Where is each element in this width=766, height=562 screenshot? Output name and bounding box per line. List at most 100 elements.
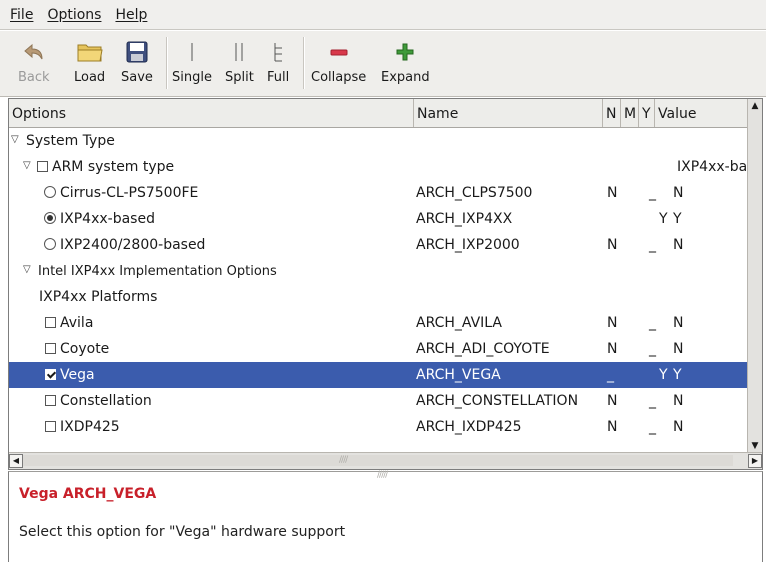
help-title: Vega ARCH_VEGA bbox=[19, 486, 157, 502]
tree-row[interactable]: IXP4xx Platforms bbox=[9, 284, 749, 310]
tree-row[interactable]: ▽ ARM system type IXP4xx-ba bbox=[9, 154, 749, 180]
collapse-minus-icon bbox=[329, 37, 349, 67]
expander-arrow-icon[interactable]: ▽ bbox=[11, 128, 19, 154]
help-panel: ///// Vega ARCH_VEGA Select this option … bbox=[8, 470, 763, 562]
tree-row[interactable]: Avila ARCH_AVILA N _ N bbox=[9, 310, 749, 336]
option-value: IXP4xx-ba bbox=[677, 159, 748, 175]
option-label: Vega bbox=[60, 367, 95, 383]
option-value: N bbox=[673, 237, 684, 253]
option-label: Constellation bbox=[60, 393, 152, 409]
splitter-handle-icon[interactable]: ///// bbox=[377, 470, 388, 480]
radio-icon[interactable] bbox=[44, 186, 56, 198]
option-n[interactable]: N bbox=[607, 232, 617, 258]
menu-file[interactable]: File bbox=[10, 7, 33, 23]
option-n[interactable]: N bbox=[607, 336, 617, 362]
option-label: IXP2400/2800-based bbox=[60, 237, 206, 253]
tree-row-selected[interactable]: Vega ARCH_VEGA _ Y Y bbox=[9, 362, 749, 388]
option-n[interactable]: _ bbox=[607, 362, 614, 388]
tree-row[interactable]: Coyote ARCH_ADI_COYOTE N _ N bbox=[9, 336, 749, 362]
option-value: N bbox=[673, 419, 684, 435]
option-m[interactable]: _ bbox=[649, 336, 656, 362]
option-symbol: ARCH_IXDP425 bbox=[416, 419, 522, 435]
checkbox-icon[interactable] bbox=[45, 317, 56, 328]
single-view-button[interactable]: Single bbox=[172, 37, 212, 93]
split-view-button[interactable]: Split bbox=[225, 37, 254, 93]
split-label: Split bbox=[225, 70, 254, 85]
expander-arrow-icon[interactable]: ▽ bbox=[23, 258, 31, 284]
option-label: ARM system type bbox=[37, 154, 174, 180]
save-label: Save bbox=[121, 70, 153, 85]
option-symbol: ARCH_ADI_COYOTE bbox=[416, 341, 550, 357]
back-button[interactable]: Back bbox=[18, 37, 50, 93]
option-n[interactable]: N bbox=[607, 414, 617, 440]
tree-row[interactable]: IXP2400/2800-based ARCH_IXP2000 N _ N bbox=[9, 232, 749, 258]
option-value: Y bbox=[673, 211, 682, 227]
vertical-scrollbar[interactable]: ▲ ▼ bbox=[747, 99, 762, 453]
column-header-value[interactable]: Value bbox=[655, 99, 749, 127]
option-m[interactable]: _ bbox=[649, 180, 656, 206]
tree-row[interactable]: ▽ Intel IXP4xx Implementation Options bbox=[9, 258, 749, 284]
collapse-button[interactable]: Collapse bbox=[311, 37, 366, 93]
config-tree-view: Options Name N M Y Value ▽ System Type ▽… bbox=[8, 98, 763, 470]
scroll-left-icon[interactable]: ◀ bbox=[9, 454, 23, 468]
column-header-name[interactable]: Name bbox=[414, 99, 603, 127]
option-label-text: ARM system type bbox=[52, 159, 175, 175]
scroll-up-icon[interactable]: ▲ bbox=[750, 101, 760, 111]
save-button[interactable]: Save bbox=[121, 37, 153, 93]
split-view-icon bbox=[232, 37, 246, 67]
toolbar-separator bbox=[303, 37, 305, 89]
option-n[interactable]: N bbox=[607, 388, 617, 414]
column-header-y[interactable]: Y bbox=[639, 99, 655, 127]
radio-icon[interactable] bbox=[44, 238, 56, 250]
tree-row[interactable]: IXDP425 ARCH_IXDP425 N _ N bbox=[9, 414, 749, 440]
scroll-down-icon[interactable]: ▼ bbox=[750, 441, 760, 451]
option-y[interactable]: Y bbox=[659, 362, 668, 388]
expand-label: Expand bbox=[381, 70, 430, 85]
expander-arrow-icon[interactable]: ▽ bbox=[23, 154, 31, 180]
tree-row[interactable]: ▽ System Type bbox=[9, 128, 749, 154]
tree-row[interactable]: Constellation ARCH_CONSTELLATION N _ N bbox=[9, 388, 749, 414]
option-value: N bbox=[673, 185, 684, 201]
column-header-m[interactable]: M bbox=[621, 99, 639, 127]
scroll-right-icon[interactable]: ▶ bbox=[748, 454, 762, 468]
horizontal-scrollbar[interactable]: ◀ //// ▶ bbox=[9, 452, 762, 469]
grip-icon: //// bbox=[339, 455, 348, 465]
option-value: N bbox=[673, 393, 684, 409]
option-n[interactable]: N bbox=[607, 310, 617, 336]
option-m[interactable]: _ bbox=[649, 232, 656, 258]
floppy-disk-icon bbox=[125, 37, 149, 67]
option-label: System Type bbox=[26, 133, 115, 149]
expand-plus-icon bbox=[395, 37, 415, 67]
column-header-options[interactable]: Options bbox=[9, 99, 414, 127]
option-label: IXP4xx Platforms bbox=[39, 289, 158, 305]
scroll-thumb[interactable] bbox=[23, 455, 733, 466]
tree-row[interactable]: IXP4xx-based ARCH_IXP4XX Y Y bbox=[9, 206, 749, 232]
checkbox-icon[interactable] bbox=[45, 369, 56, 380]
option-value: Y bbox=[673, 367, 682, 383]
option-label: Avila bbox=[60, 315, 94, 331]
option-symbol: ARCH_VEGA bbox=[416, 367, 501, 383]
back-arrow-icon bbox=[22, 37, 46, 67]
full-view-button[interactable]: Full bbox=[267, 37, 289, 93]
checkbox-icon[interactable] bbox=[45, 343, 56, 354]
option-m[interactable]: _ bbox=[649, 310, 656, 336]
option-n[interactable]: N bbox=[607, 180, 617, 206]
checkbox-icon[interactable] bbox=[37, 161, 48, 172]
option-y[interactable]: Y bbox=[659, 206, 668, 232]
option-m[interactable]: _ bbox=[649, 414, 656, 440]
option-value: N bbox=[673, 341, 684, 357]
load-label: Load bbox=[74, 70, 106, 85]
menu-options[interactable]: Options bbox=[47, 7, 101, 23]
option-symbol: ARCH_AVILA bbox=[416, 315, 502, 331]
option-label: IXDP425 bbox=[60, 419, 120, 435]
expand-button[interactable]: Expand bbox=[381, 37, 430, 93]
radio-icon[interactable] bbox=[44, 212, 56, 224]
tree-row[interactable]: Cirrus-CL-PS7500FE ARCH_CLPS7500 N _ N bbox=[9, 180, 749, 206]
option-m[interactable]: _ bbox=[649, 388, 656, 414]
checkbox-icon[interactable] bbox=[45, 395, 56, 406]
menu-help[interactable]: Help bbox=[115, 7, 147, 23]
checkbox-icon[interactable] bbox=[45, 421, 56, 432]
column-header-n[interactable]: N bbox=[603, 99, 621, 127]
option-symbol: ARCH_CONSTELLATION bbox=[416, 393, 579, 409]
load-button[interactable]: Load bbox=[74, 37, 105, 93]
